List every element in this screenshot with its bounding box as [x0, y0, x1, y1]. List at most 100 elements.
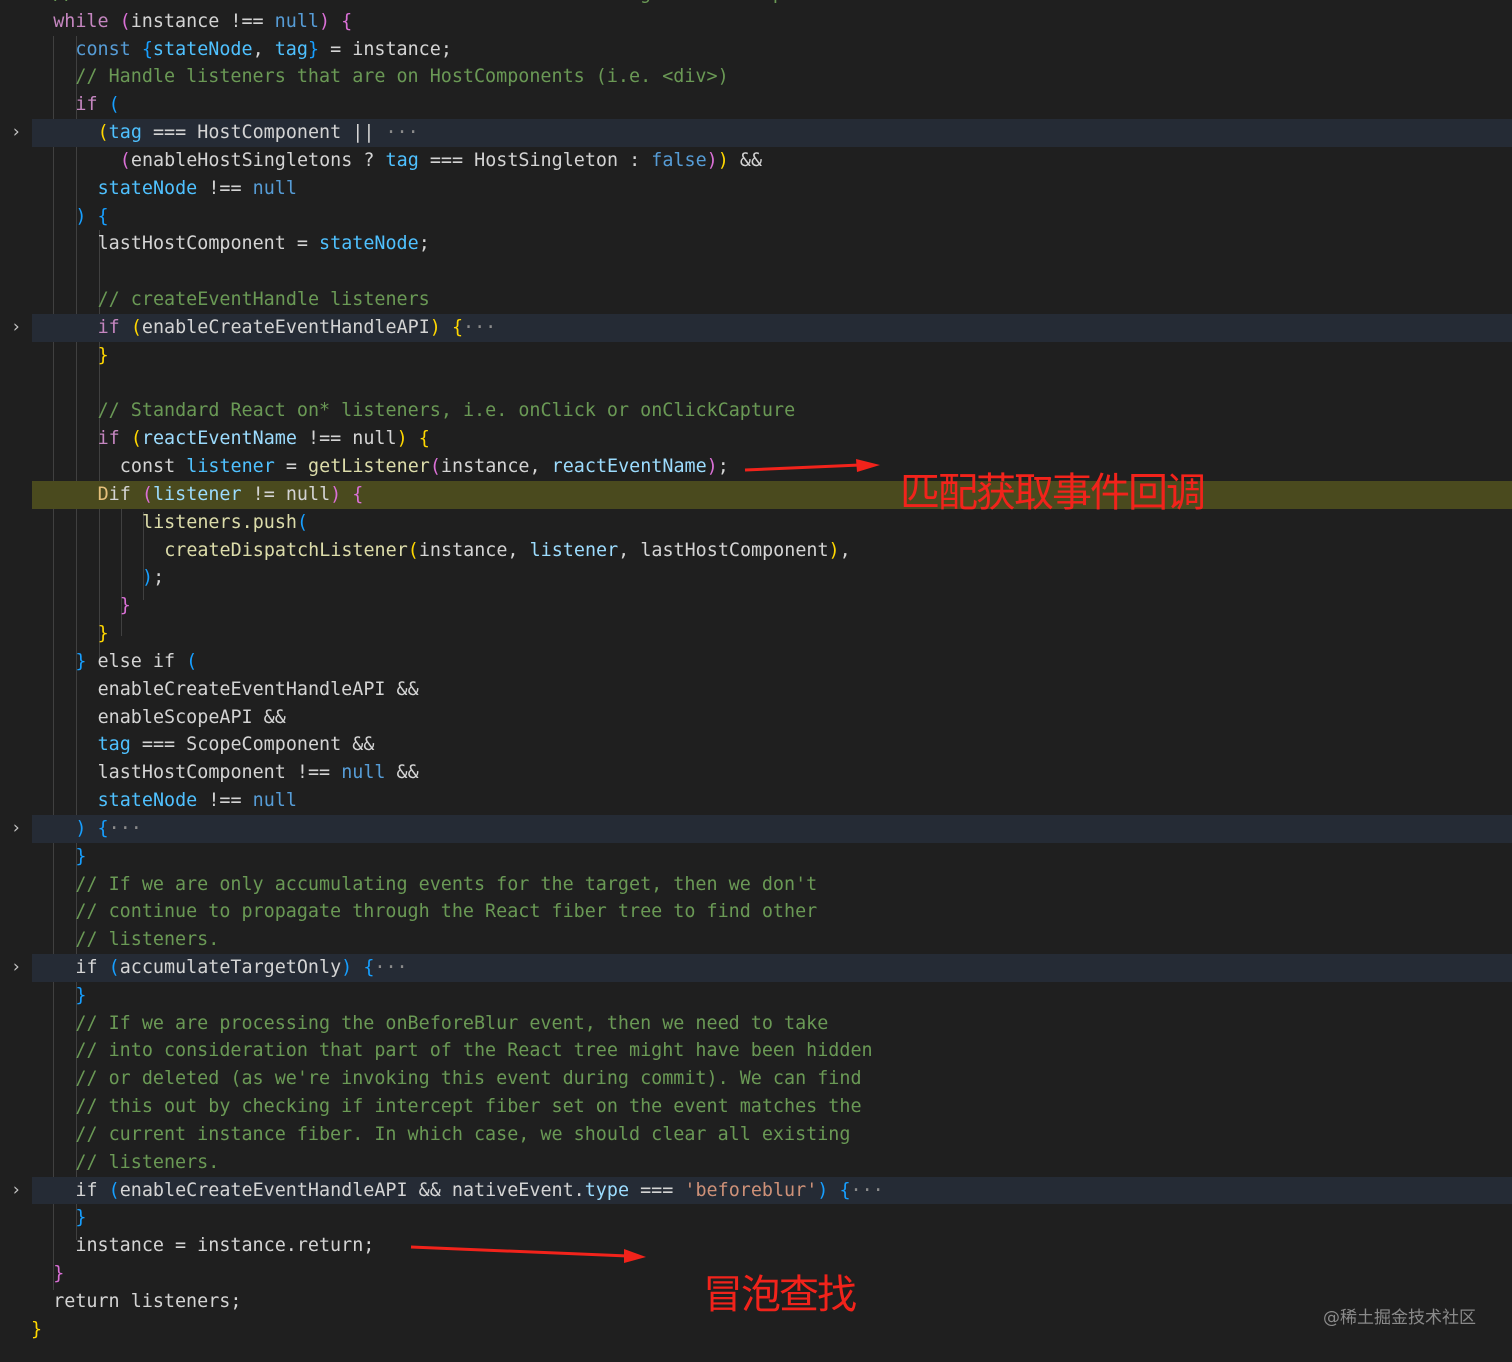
code-token: {: [418, 428, 430, 450]
code-line[interactable]: [0, 258, 1512, 286]
code-token: const: [75, 38, 131, 60]
code-line[interactable]: // Handle listeners that are on HostComp…: [0, 63, 1512, 91]
code-line[interactable]: // createEventHandle listeners: [0, 286, 1512, 314]
code-line[interactable]: // current instance fiber. In which case…: [0, 1121, 1512, 1149]
code-line[interactable]: createDispatchListener(instance, listene…: [0, 537, 1512, 565]
code-token: ): [142, 567, 154, 589]
folded-code-line[interactable]: ›) {···: [0, 814, 1512, 843]
code-line[interactable]: }: [0, 1204, 1512, 1232]
code-line[interactable]: while (instance !== null) {: [0, 8, 1512, 36]
code-token: (: [130, 428, 142, 450]
code-line[interactable]: // If we are only accumulating events fo…: [0, 871, 1512, 899]
code-text: }: [98, 342, 109, 370]
code-line[interactable]: }: [0, 342, 1512, 370]
code-line[interactable]: stateNode !== null: [0, 787, 1512, 815]
code-line[interactable]: if (reactEventName !== null) {: [0, 425, 1512, 453]
code-line[interactable]: (enableHostSingletons ? tag === HostSing…: [0, 147, 1512, 175]
code-token: listener: [186, 456, 275, 478]
folded-code-line[interactable]: › if (enableCreateEventHandleAPI) {···: [0, 313, 1512, 342]
code-token: ): [341, 956, 353, 978]
code-line[interactable]: // or deleted (as we're invoking this ev…: [0, 1065, 1512, 1093]
code-line[interactable]: lastHostComponent = stateNode;: [0, 230, 1512, 258]
code-token: }: [31, 1318, 43, 1340]
fold-chevron-icon[interactable]: ›: [11, 1177, 21, 1205]
code-token: if: [75, 94, 98, 116]
code-line[interactable]: // this out by checking if intercept fib…: [0, 1093, 1512, 1121]
code-token: reactEventName: [141, 428, 297, 450]
code-line[interactable]: listeners.push(: [0, 509, 1512, 537]
code-line[interactable]: tag === ScopeComponent &&: [0, 731, 1512, 759]
code-line[interactable]: // listeners.: [0, 926, 1512, 954]
code-line[interactable]: const listener = getListener(instance, r…: [0, 453, 1512, 481]
code-token: {: [341, 10, 353, 32]
code-line[interactable]: if (: [0, 91, 1512, 119]
code-token: {: [97, 817, 109, 839]
code-token: (: [186, 650, 198, 672]
code-line[interactable]: enableCreateEventHandleAPI &&: [0, 676, 1512, 704]
code-line[interactable]: } else if (: [0, 648, 1512, 676]
code-line[interactable]: // Accumulate all instances and listener…: [0, 0, 1512, 8]
fold-chevron-icon[interactable]: ›: [11, 815, 21, 843]
code-token: while: [53, 10, 109, 32]
code-line[interactable]: }: [0, 843, 1512, 871]
fold-chevron-icon[interactable]: ›: [11, 954, 21, 982]
code-token: }: [53, 1263, 65, 1285]
current-code-line[interactable]: Dif (listener != null) {: [0, 480, 1512, 509]
fold-chevron-icon[interactable]: ›: [11, 119, 21, 147]
code-line[interactable]: }: [0, 620, 1512, 648]
code-token: {: [97, 205, 109, 227]
code-text: stateNode !== null: [98, 787, 297, 815]
folded-code-line[interactable]: › if (accumulateTargetOnly) {···: [0, 953, 1512, 982]
code-line[interactable]: const {stateNode, tag} = instance;: [0, 36, 1512, 64]
code-line[interactable]: // continue to propagate through the Rea…: [0, 898, 1512, 926]
code-token: ;: [153, 567, 165, 589]
folded-code-line[interactable]: › if (enableCreateEventHandleAPI && nativ…: [0, 1176, 1512, 1205]
code-line[interactable]: }: [0, 982, 1512, 1010]
code-line[interactable]: stateNode !== null: [0, 175, 1512, 203]
folded-ellipsis[interactable]: ···: [851, 1180, 884, 1201]
code-token: // createEventHandle listeners: [97, 289, 430, 311]
code-token: createDispatchListener: [164, 539, 408, 561]
folded-ellipsis[interactable]: ···: [463, 317, 496, 338]
code-line[interactable]: // If we are processing the onBeforeBlur…: [0, 1010, 1512, 1038]
code-line[interactable]: );: [0, 564, 1512, 592]
fold-chevron-icon[interactable]: ›: [11, 314, 21, 342]
code-line[interactable]: enableScopeAPI &&: [0, 704, 1512, 732]
folded-ellipsis[interactable]: ···: [374, 957, 407, 978]
code-token: ): [817, 1179, 829, 1201]
code-line[interactable]: // Standard React on* listeners, i.e. on…: [0, 397, 1512, 425]
code-text: }: [98, 620, 109, 648]
code-token: null: [252, 177, 297, 199]
code-text: // Accumulate all instances and listener…: [53, 0, 828, 8]
code-token: tag: [274, 38, 308, 60]
code-token: if: [97, 428, 120, 450]
code-line[interactable]: instance = instance.return;: [0, 1232, 1512, 1260]
code-line[interactable]: }: [0, 592, 1512, 620]
folded-ellipsis[interactable]: ···: [374, 122, 418, 143]
code-line[interactable]: ) {: [0, 203, 1512, 231]
folded-ellipsis[interactable]: ···: [109, 818, 142, 839]
code-token: // into consideration that part of the R…: [75, 1040, 873, 1062]
code-text: // Standard React on* listeners, i.e. on…: [98, 397, 796, 425]
code-line[interactable]: // listeners.: [0, 1149, 1512, 1177]
code-token: = instance;: [319, 38, 452, 60]
code-line[interactable]: [0, 370, 1512, 398]
code-line[interactable]: lastHostComponent !== null &&: [0, 759, 1512, 787]
code-line[interactable]: // into consideration that part of the R…: [0, 1037, 1512, 1065]
code-editor[interactable]: // Accumulate all instances and listener…: [0, 0, 1512, 1344]
code-token: (: [429, 456, 441, 478]
code-token: false: [651, 149, 707, 171]
code-text: }: [120, 592, 131, 620]
code-token: tag: [97, 734, 131, 756]
code-text: createDispatchListener(instance, listene…: [164, 537, 851, 565]
code-token: ): [429, 316, 441, 338]
code-token: ===: [629, 1179, 685, 1201]
code-text: if (reactEventName !== null) {: [98, 425, 430, 453]
folded-code-line[interactable]: › (tag === HostComponent || ···: [0, 119, 1512, 147]
code-token: (: [119, 149, 131, 171]
code-token: lastHostComponent !==: [97, 762, 342, 784]
code-token: ;: [418, 233, 430, 255]
code-token: instance,: [418, 539, 530, 561]
